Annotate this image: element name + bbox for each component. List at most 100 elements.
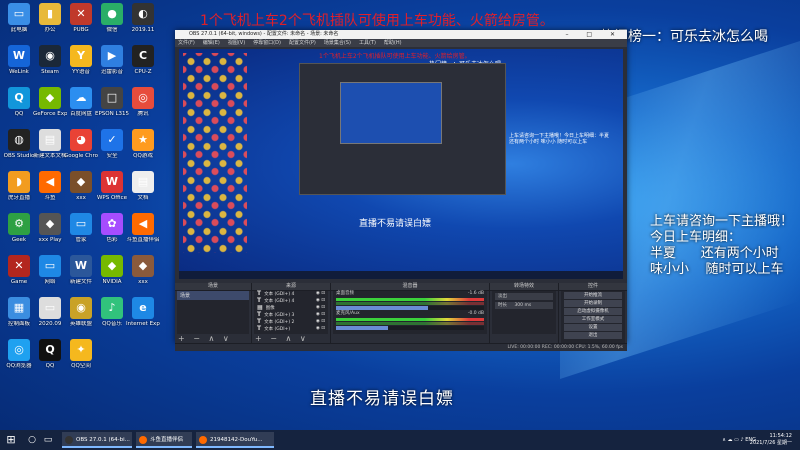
obs-window[interactable]: OBS 27.0.1 (64-bit, windows) - 配置文件: 未命名… (175, 30, 627, 351)
visibility-eye-icon[interactable]: ◉ ⊡ (316, 326, 325, 332)
volume-slider[interactable] (336, 306, 484, 310)
desktop-icon[interactable]: ◍ OBS Studio (2, 129, 36, 159)
desktop-icon[interactable]: ◆ xxx (64, 171, 98, 201)
desktop-icon[interactable]: □ EPSON L3150 (95, 87, 129, 117)
source-item[interactable]: ▦ 图像 ◉ ⊡ (254, 305, 328, 312)
desktop-icon[interactable]: ⚙ Geek (2, 213, 36, 243)
menu-item[interactable]: 文件(F) (178, 40, 195, 46)
menu-item[interactable]: 视图(V) (228, 40, 245, 46)
menu-item[interactable]: 场景集合(S) (324, 40, 351, 46)
desktop-icon[interactable]: ▭ 2020.09 (33, 297, 67, 327)
source-item[interactable]: T 文本 (GDI+) 4 ◉ ⊡ (254, 291, 328, 298)
sources-list[interactable]: T 文本 (GDI+) 4 ◉ ⊡ T 文本 (GDI+) 4 ◉ ⊡ ▦ 图像 ◉ ⊡ T 文本 … (254, 291, 328, 334)
desktop-icon[interactable]: ◀ 斗鱼 (33, 171, 67, 201)
desktop-icon[interactable]: ▭ 网络 (33, 255, 67, 285)
control-button[interactable]: 工作室模式 (564, 316, 622, 323)
desktop-app-icon: ◐ (132, 3, 154, 25)
sources-dock-controls[interactable]: + − ∧ ∨ (252, 335, 330, 343)
desktop-icon[interactable]: W 新建文件 (64, 255, 98, 285)
visibility-eye-icon[interactable]: ◉ ⊡ (316, 319, 325, 325)
desktop-icon[interactable]: e Internet Explorer (126, 297, 160, 327)
desktop-icon[interactable]: ◆ xxx Play (33, 213, 67, 243)
menu-item[interactable]: 停靠窗口(D) (253, 40, 281, 46)
scenes-dock-controls[interactable]: + − ∧ ∨ (175, 335, 251, 343)
taskbar-clock[interactable]: 11:54:12 2021/7/26 星期一 (750, 433, 792, 447)
desktop-icon-label: WeLink (9, 69, 29, 75)
source-item[interactable]: T 文本 (GDI+) 2 ◉ ⊡ (254, 319, 328, 326)
taskbar-app-icon (139, 436, 147, 444)
desktop-icon[interactable]: ◎ QQ浏览器 (2, 339, 36, 369)
desktop-icon-label: QQ (45, 363, 55, 369)
menu-item[interactable]: 帮助(H) (384, 40, 402, 46)
desktop-icon[interactable]: ▭ 此电脑 (2, 3, 36, 33)
obs-titlebar[interactable]: OBS 27.0.1 (64-bit, windows) - 配置文件: 未命名… (175, 30, 627, 39)
control-button[interactable]: 设置 (564, 324, 622, 331)
visibility-eye-icon[interactable]: ◉ ⊡ (316, 291, 325, 297)
desktop-icon[interactable]: ◎ 腾讯 (126, 87, 160, 117)
window-controls[interactable]: – □ ✕ (565, 30, 623, 39)
taskbar-app[interactable]: OBS 27.0.1 (64-bi... (62, 432, 132, 448)
desktop-icon[interactable]: ♪ QQ音乐 (95, 297, 129, 327)
desktop-icon[interactable]: ◆ NVIDIA (95, 255, 129, 285)
desktop-icon[interactable]: ✦ QQ空间 (64, 339, 98, 369)
transition-select[interactable]: 淡出 (495, 293, 553, 300)
taskbar-app[interactable]: 斗鱼直播伴侣 (136, 432, 192, 448)
desktop-icon[interactable]: Q QQ (33, 339, 67, 369)
desktop-app-icon: ▭ (39, 297, 61, 319)
visibility-eye-icon[interactable]: ◉ ⊡ (316, 312, 325, 318)
desktop-icon[interactable]: ✿ 色彩 (95, 213, 129, 243)
desktop-icon[interactable]: ◆ xxx (126, 255, 160, 285)
desktop-icon[interactable]: ▮ 办公 (33, 3, 67, 33)
desktop-icon[interactable]: ▦ 控制面板 (2, 297, 36, 327)
menu-item[interactable]: 配置文件(P) (289, 40, 316, 46)
taskbar-app-label: 21948142-DouYu... (210, 437, 263, 443)
source-item[interactable]: T 文本 (GDI+) ◉ ⊡ (254, 326, 328, 333)
desktop-icon[interactable]: Q QQ (2, 87, 36, 117)
desktop-icon[interactable]: ● 微信 (95, 3, 129, 33)
menu-item[interactable]: 工具(T) (359, 40, 376, 46)
desktop-icon[interactable]: ▤ 新建文本文档 (33, 129, 67, 159)
desktop-icon-label: 虎牙直播 (7, 195, 30, 201)
desktop-icon[interactable]: ◉ Steam (33, 45, 67, 75)
desktop-icon[interactable]: ✕ PUBG (64, 3, 98, 33)
obs-menubar: 文件(F) 编辑(E) 视图(V) 停靠窗口(D) 配置文件(P) 场景集合(S) 工具(T… (175, 39, 627, 47)
desktop-icon[interactable]: ✕ Game (2, 255, 36, 285)
control-button[interactable]: 开始录制 (564, 300, 622, 307)
desktop-icon[interactable]: ★ QQ游戏 (126, 129, 160, 159)
control-button[interactable]: 退出 (564, 332, 622, 339)
desktop-icon[interactable]: ◕ Google Chrome (64, 129, 98, 159)
desktop-app-icon: ✦ (70, 339, 92, 361)
desktop-icon[interactable]: ▶ 迅雷影音 (95, 45, 129, 75)
obs-docks: 场景 场景 + − ∧ ∨ 来源 T 文本 (GDI+) 4 ◉ ⊡ T 文本 (GDI… (175, 283, 627, 343)
desktop-icon[interactable]: ☁ 百度网盘 (64, 87, 98, 117)
desktop-icon[interactable]: ◗ 虎牙直播 (2, 171, 36, 201)
task-view-icon[interactable]: ▭ (42, 434, 54, 446)
start-button[interactable]: ⊞ (0, 430, 22, 450)
scenes-list[interactable]: 场景 (177, 291, 249, 334)
desktop-icon[interactable]: W WeLink (2, 45, 36, 75)
desktop-icon[interactable]: Y YY语音 (64, 45, 98, 75)
transition-duration[interactable]: 时长 300 ms (495, 302, 553, 309)
control-button[interactable]: 开始推流 (564, 292, 622, 299)
obs-preview[interactable]: 1个飞机上车2个飞机插队可使用上车功能、火箭给房管。 热门榜一：可乐去冰怎么喝 … (179, 49, 623, 279)
menu-item[interactable]: 编辑(E) (203, 40, 220, 46)
desktop-icon[interactable]: ◐ 2019.11 (126, 3, 160, 33)
visibility-eye-icon[interactable]: ◉ ⊡ (316, 305, 325, 311)
taskbar-app[interactable]: 21948142-DouYu... (196, 432, 274, 448)
scene-item[interactable]: 场景 (177, 291, 249, 300)
visibility-eye-icon[interactable]: ◉ ⊡ (316, 298, 325, 304)
volume-slider[interactable] (336, 326, 484, 330)
desktop-icon[interactable]: W WPS Office (95, 171, 129, 201)
search-icon[interactable]: ○ (26, 434, 38, 446)
desktop-icon[interactable]: ◉ 英雄联盟 (64, 297, 98, 327)
desktop-icon[interactable]: C CPU-Z (126, 45, 160, 75)
desktop-icon[interactable]: ▤ 文档 (126, 171, 160, 201)
source-item[interactable]: T 文本 (GDI+) 3 ◉ ⊡ (254, 312, 328, 319)
desktop-icon[interactable]: ◀ 斗鱼直播伴侣 (126, 213, 160, 243)
desktop-icon[interactable]: ✓ 安全 (95, 129, 129, 159)
desktop-icon-label: QQ (14, 111, 24, 117)
source-item[interactable]: T 文本 (GDI+) 4 ◉ ⊡ (254, 298, 328, 305)
desktop-icon[interactable]: ◆ GeForce Experience (33, 87, 67, 117)
control-button[interactable]: 启动虚拟摄像机 (564, 308, 622, 315)
desktop-icon[interactable]: ▭ 管家 (64, 213, 98, 243)
